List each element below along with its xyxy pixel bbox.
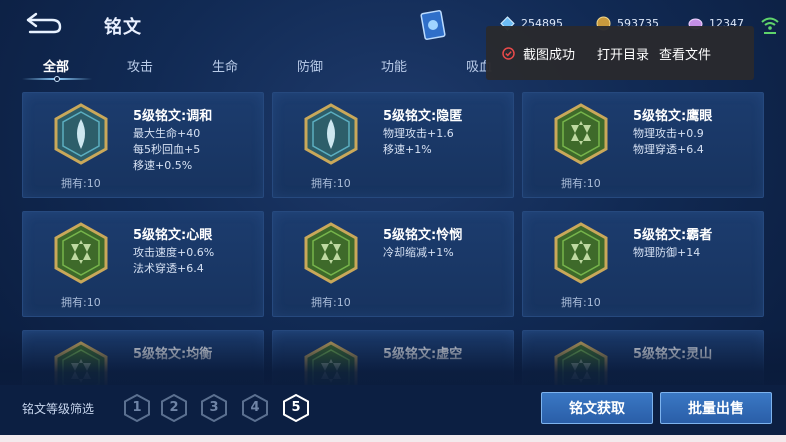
screenshot-toast: 截图成功 打开目录 查看文件 [486, 26, 754, 80]
view-file-button[interactable]: 查看文件 [659, 44, 711, 63]
level-filter-label: 铭文等级筛选 [22, 402, 95, 416]
rune-owned-count: 拥有:10 [561, 296, 601, 309]
rune-card[interactable]: 5级铭文:隐匿 物理攻击+1.6 移速+1% 拥有:10 [272, 92, 514, 198]
tab-attack[interactable]: 攻击 [127, 56, 153, 75]
rune-card[interactable]: 5级铭文:调和 最大生命+40 每5秒回血+5 移速+0.5% 拥有:10 [22, 92, 264, 198]
level-number: 5 [291, 400, 301, 415]
rune-stat-line: 移速+1% [383, 143, 432, 156]
rune-owned-count: 拥有:10 [561, 177, 601, 190]
rune-stats: 攻击速度+0.6% 法术穿透+6.4 [133, 245, 214, 277]
rune-stats: 物理攻击+0.9 物理穿透+6.4 [633, 126, 704, 158]
rune-emblem-icon [554, 222, 608, 284]
rune-name: 5级铭文:调和 [133, 109, 213, 124]
rune-card[interactable]: 5级铭文:心眼 攻击速度+0.6% 法术穿透+6.4 拥有:10 [22, 211, 264, 317]
rune-stat-line: 移速+0.5% [133, 159, 193, 172]
rune-stat-line: 攻击速度+0.6% [133, 246, 215, 259]
rune-stats: 物理防御+14 [633, 245, 700, 261]
level-filter-3[interactable]: 3 [201, 393, 227, 423]
rune-emblem-icon [54, 222, 108, 284]
wifi-icon [761, 17, 779, 34]
level-number: 1 [132, 400, 142, 415]
rune-stat-line: 法术穿透+6.4 [133, 262, 204, 275]
rune-stat-line: 物理防御+14 [633, 246, 701, 259]
back-arrow-icon [26, 12, 62, 34]
page-title: 铭文 [104, 17, 142, 38]
rune-screen: 铭文 254895 593735 12347 全部 攻击 生命 防御 功能 吸血… [0, 0, 786, 442]
rune-stat-line: 冷却缩减+1% [383, 246, 454, 259]
rune-stat-line: 物理攻击+0.9 [633, 127, 704, 140]
rune-owned-count: 拥有:10 [61, 177, 101, 190]
rune-owned-count: 拥有:10 [311, 177, 351, 190]
level-filter-5[interactable]: 5 [283, 393, 309, 423]
rune-emblem-icon [54, 103, 108, 165]
rune-name: 5级铭文:隐匿 [383, 109, 463, 124]
level-number: 4 [250, 400, 260, 415]
rune-card[interactable]: 5级铭文:怜悯 冷却缩减+1% 拥有:10 [272, 211, 514, 317]
bottom-fade [0, 330, 786, 390]
rune-name: 5级铭文:心眼 [133, 228, 213, 243]
level-filter-2[interactable]: 2 [161, 393, 187, 423]
rune-emblem-icon [554, 103, 608, 165]
level-filter-4[interactable]: 4 [242, 393, 268, 423]
rune-emblem-icon [304, 222, 358, 284]
rune-name: 5级铭文:鹰眼 [633, 109, 713, 124]
rune-stat-line: 物理穿透+6.4 [633, 143, 704, 156]
rune-pack-icon[interactable] [420, 10, 446, 40]
tab-all[interactable]: 全部 [43, 56, 69, 75]
level-number: 3 [209, 400, 219, 415]
rune-card[interactable]: 5级铭文:鹰眼 物理攻击+0.9 物理穿透+6.4 拥有:10 [522, 92, 764, 198]
rune-card[interactable]: 5级铭文:霸者 物理防御+14 拥有:10 [522, 211, 764, 317]
acquire-runes-button[interactable]: 铭文获取 [541, 392, 653, 424]
open-folder-button[interactable]: 打开目录 [597, 44, 649, 63]
rune-emblem-icon [304, 103, 358, 165]
rune-owned-count: 拥有:10 [311, 296, 351, 309]
level-filter-1[interactable]: 1 [124, 393, 150, 423]
rune-name: 5级铭文:怜悯 [383, 228, 463, 243]
active-tab-dot [54, 76, 60, 82]
back-button[interactable] [22, 10, 66, 36]
tab-utility[interactable]: 功能 [381, 56, 407, 75]
tab-health[interactable]: 生命 [212, 56, 238, 75]
level-number: 2 [169, 400, 179, 415]
rune-stats: 冷却缩减+1% [383, 245, 454, 261]
system-strip [0, 435, 786, 442]
rune-stat-line: 最大生命+40 [133, 127, 201, 140]
batch-sell-button[interactable]: 批量出售 [660, 392, 772, 424]
rune-name: 5级铭文:霸者 [633, 228, 713, 243]
rune-stats: 物理攻击+1.6 移速+1% [383, 126, 454, 158]
toast-message: 截图成功 [523, 47, 576, 63]
tab-defense[interactable]: 防御 [297, 56, 323, 75]
check-icon [502, 46, 515, 60]
rune-stat-line: 每5秒回血+5 [133, 143, 201, 156]
rune-stat-line: 物理攻击+1.6 [383, 127, 454, 140]
rune-owned-count: 拥有:10 [61, 296, 101, 309]
rune-stats: 最大生命+40 每5秒回血+5 移速+0.5% [133, 126, 200, 174]
